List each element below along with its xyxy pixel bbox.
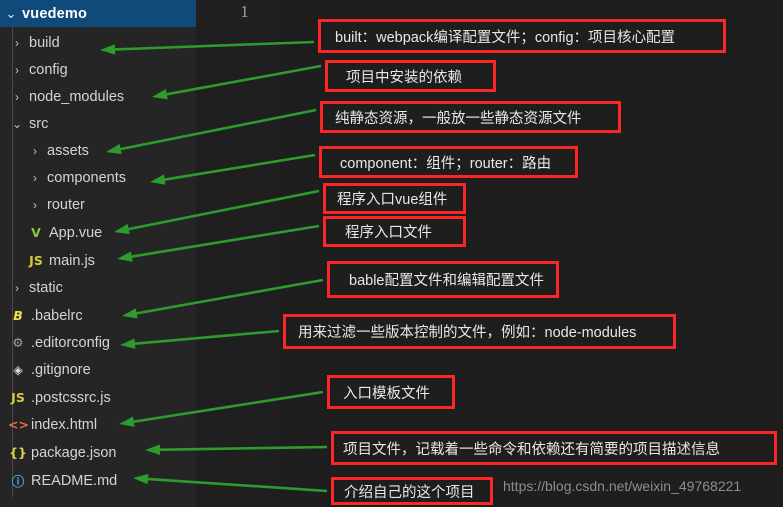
ann-readme: 介绍自己的这个项目 <box>331 477 493 505</box>
ann-babel-editorconfig: bable配置文件和编辑配置文件 <box>327 261 559 298</box>
chevron-right-icon: › <box>33 197 37 212</box>
ann-main-js: 程序入口文件 <box>323 216 466 247</box>
js-icon: JS <box>11 390 25 406</box>
explorer-root-label: vuedemo <box>22 5 88 22</box>
explorer-item-static[interactable]: › static <box>0 275 204 301</box>
info-icon: ⓘ <box>11 474 25 490</box>
file-explorer: ⌄ vuedemo › build › config › node_modules ⌄ src… <box>0 0 196 507</box>
chevron-right-icon: › <box>15 62 19 77</box>
gear-icon: ⚙ <box>12 335 24 351</box>
explorer-item-label: build <box>29 34 60 51</box>
annotation-text: 用来过滤一些版本控制的文件，例如：node-modules <box>298 325 637 341</box>
annotation-text: 入口模板文件 <box>343 385 430 402</box>
annotation-text: component：组件；router：路由 <box>340 155 552 172</box>
explorer-item-router[interactable]: › router <box>0 192 222 218</box>
explorer-item-main-js[interactable]: JS main.js <box>0 248 222 274</box>
chevron-right-icon: › <box>33 143 37 158</box>
chevron-right-icon: › <box>15 89 19 104</box>
explorer-item-label: assets <box>47 142 89 159</box>
ann-index-html: 入口模板文件 <box>327 375 455 409</box>
annotation-text: 程序入口文件 <box>345 225 432 241</box>
explorer-item-label: components <box>47 169 126 186</box>
ann-app-vue: 程序入口vue组件 <box>323 183 466 214</box>
annotation-text: 程序入口vue组件 <box>337 192 448 208</box>
explorer-item-label: main.js <box>49 252 95 269</box>
explorer-item-label: index.html <box>31 416 98 433</box>
explorer-item-editorconfig[interactable]: ⚙ .editorconfig <box>0 330 204 356</box>
chevron-right-icon: › <box>15 35 19 50</box>
html-icon: <> <box>8 417 29 433</box>
annotation-text: 项目中安装的依赖 <box>346 69 462 86</box>
line-number-1: 1 <box>240 3 250 21</box>
chevron-right-icon: › <box>33 170 37 185</box>
ann-package-json: 项目文件，记载着一些命令和依赖还有简要的项目描述信息 <box>331 431 777 465</box>
vue-icon: V <box>31 225 41 241</box>
explorer-item-label: package.json <box>31 444 117 461</box>
explorer-item-gitignore[interactable]: ◈ .gitignore <box>0 357 204 383</box>
annotation-text: built：webpack编译配置文件；config：项目核心配置 <box>335 29 676 46</box>
explorer-item-app-vue[interactable]: V App.vue <box>0 220 222 246</box>
babel-icon: B <box>13 308 23 324</box>
explorer-item-babelrc[interactable]: B .babelrc <box>0 303 204 329</box>
explorer-item-label: .gitignore <box>31 361 91 378</box>
explorer-root-vuedemo[interactable]: ⌄ vuedemo <box>0 0 196 27</box>
explorer-item-components[interactable]: › components <box>0 165 222 191</box>
ann-node-modules: 项目中安装的依赖 <box>325 60 496 92</box>
explorer-item-config[interactable]: › config <box>0 57 204 83</box>
watermark-url: https://blog.csdn.net/weixin_49768221 <box>503 478 742 494</box>
explorer-item-readme-md[interactable]: ⓘ README.md <box>0 468 204 494</box>
explorer-item-assets[interactable]: › assets <box>0 138 222 164</box>
js-icon: JS <box>29 253 43 269</box>
chevron-down-icon: ⌄ <box>11 116 23 131</box>
ann-gitignore: 用来过滤一些版本控制的文件，例如：node-modules <box>283 314 676 349</box>
explorer-item-label: App.vue <box>49 224 103 241</box>
explorer-item-node-modules[interactable]: › node_modules <box>0 84 204 110</box>
explorer-item-label: node_modules <box>29 88 125 105</box>
annotation-text: 项目文件，记载着一些命令和依赖还有简要的项目描述信息 <box>343 441 720 458</box>
chevron-down-icon: ⌄ <box>5 6 17 21</box>
explorer-item-label: src <box>29 115 49 132</box>
explorer-item-build[interactable]: › build <box>0 30 204 56</box>
explorer-item-label: config <box>29 61 68 78</box>
vscode-window: 1 ⌄ vuedemo › build › config › node_modules ⌄ s… <box>0 0 783 507</box>
explorer-item-package-json[interactable]: {} package.json <box>0 440 204 466</box>
ann-assets: 纯静态资源，一般放一些静态资源文件 <box>320 101 621 133</box>
explorer-item-label: router <box>47 196 85 213</box>
explorer-item-src[interactable]: ⌄ src <box>0 111 204 137</box>
annotation-text: 介绍自己的这个项目 <box>344 484 475 501</box>
annotation-text: bable配置文件和编辑配置文件 <box>349 273 544 289</box>
explorer-item-index-html[interactable]: <> index.html <box>0 412 204 438</box>
git-icon: ◈ <box>13 362 23 378</box>
explorer-item-label: .editorconfig <box>31 334 110 351</box>
explorer-item-label: .postcssrc.js <box>31 389 111 406</box>
explorer-item-label: README.md <box>31 472 118 489</box>
annotation-text: 纯静态资源，一般放一些静态资源文件 <box>335 110 582 127</box>
chevron-right-icon: › <box>15 280 19 295</box>
ann-build-config: built：webpack编译配置文件；config：项目核心配置 <box>318 19 726 53</box>
explorer-item-postcssrc-js[interactable]: JS .postcssrc.js <box>0 385 204 411</box>
explorer-item-label: static <box>29 279 63 296</box>
json-icon: {} <box>9 445 27 461</box>
ann-components-router: component：组件；router：路由 <box>319 146 578 178</box>
explorer-item-label: .babelrc <box>31 307 83 324</box>
